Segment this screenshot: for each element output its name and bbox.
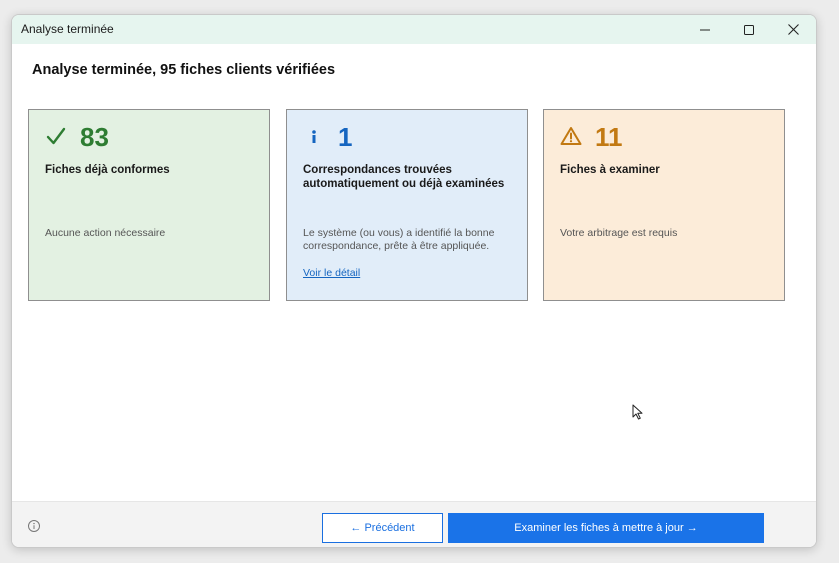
- title-bar: Analyse terminée: [12, 15, 816, 44]
- close-icon: [787, 24, 799, 35]
- card-count: 1: [338, 122, 353, 152]
- info-circle-icon[interactable]: [27, 519, 41, 533]
- card-label: Fiches à examiner: [560, 164, 660, 176]
- minimize-icon: [700, 29, 710, 30]
- mouse-cursor-icon: [632, 404, 643, 420]
- close-button[interactable]: [771, 15, 815, 44]
- card-count: 11: [595, 122, 623, 152]
- card-description: Le système (ou vous) a identifié la bonn…: [303, 227, 495, 252]
- previous-button[interactable]: ← Précédent: [322, 513, 443, 543]
- card-conformes: 83 Fiches déjà conformes Aucune action n…: [28, 109, 270, 301]
- card-description: Aucune action nécessaire: [45, 227, 166, 239]
- card-correspondances: 1 Correspondances trouvées automatiqueme…: [286, 109, 528, 301]
- checkmark-icon: [45, 124, 67, 148]
- voir-detail-link[interactable]: Voir le détail: [303, 267, 360, 279]
- maximize-icon: [744, 24, 754, 35]
- maximize-button[interactable]: [727, 15, 771, 44]
- card-description: Votre arbitrage est requis: [560, 227, 678, 239]
- card-label: Fiches déjà conformes: [45, 164, 170, 176]
- dialog-footer: ← Précédent Examiner les fiches à mettre…: [12, 501, 816, 547]
- minimize-button[interactable]: [683, 15, 727, 44]
- dialog-window: Analyse terminée Analyse terminée, 95 fi…: [11, 14, 817, 548]
- card-label: Correspondances trouvées automatiquement…: [303, 164, 505, 190]
- review-records-button[interactable]: Examiner les fiches à mettre à jour →: [448, 513, 764, 543]
- card-a-examiner: 11 Fiches à examiner Votre arbitrage est…: [543, 109, 785, 301]
- window-title: Analyse terminée: [21, 22, 114, 36]
- card-count: 83: [80, 122, 109, 152]
- page-heading: Analyse terminée, 95 fiches clients véri…: [32, 62, 336, 78]
- warning-icon: [560, 124, 582, 148]
- info-icon: [303, 124, 325, 148]
